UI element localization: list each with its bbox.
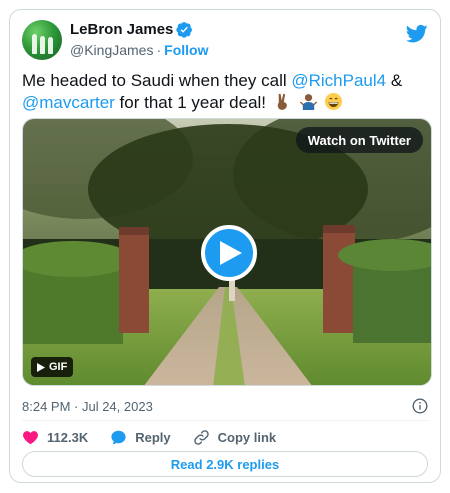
play-button[interactable] [201, 225, 257, 281]
divider [22, 420, 428, 421]
mention-link-mavcarter[interactable]: @mavcarter [22, 93, 115, 112]
tweet-header: LeBron James @KingJames · Follow [22, 20, 428, 64]
like-button[interactable]: 112.3K [22, 429, 88, 446]
link-icon [193, 429, 209, 445]
video-media[interactable]: Watch on Twitter GIF [22, 118, 432, 386]
heart-icon [23, 430, 38, 444]
author-display-name[interactable]: LeBron James [70, 21, 173, 38]
gif-badge: GIF [31, 357, 74, 377]
tweet-text-part: Me headed to Saudi when they call [22, 71, 292, 90]
verified-badge-icon [176, 22, 193, 38]
reply-bubble-icon [111, 430, 126, 445]
read-replies-label: Read 2.9K replies [170, 456, 280, 472]
gif-label: GIF [49, 361, 68, 373]
tweet-actions: 112.3K Reply Copy link [22, 426, 298, 448]
tweet-timestamp[interactable]: 8:24 PM · Jul 24, 2023 [22, 399, 153, 414]
author-handle[interactable]: @KingJames [70, 42, 153, 58]
separator-dot: · [156, 42, 162, 58]
watch-on-twitter-button[interactable]: Watch on Twitter [295, 127, 423, 153]
tweet-text: Me headed to Saudi when they call @RichP… [22, 70, 432, 114]
author-handle-row: @KingJames · Follow [70, 42, 208, 58]
victory-hand-emoji [277, 93, 287, 110]
grinning-face-emoji [325, 92, 343, 111]
reply-label: Reply [135, 429, 171, 445]
tweet-embed-card: LeBron James @KingJames · Follow Me headed… [9, 9, 441, 483]
person-shrugging-emoji [299, 94, 317, 111]
tweet-meta-row: 8:24 PM · Jul 24, 2023 [22, 396, 428, 416]
avatar[interactable] [22, 20, 62, 60]
info-icon[interactable] [412, 398, 428, 414]
play-icon [37, 362, 45, 372]
play-icon [220, 241, 242, 265]
follow-link[interactable]: Follow [164, 42, 208, 58]
read-replies-button[interactable]: Read 2.9K replies [22, 451, 428, 477]
tweet-text-part: & [386, 71, 403, 90]
tweet-text-part: for that 1 year deal! [114, 93, 267, 112]
likes-count: 112.3K [47, 429, 89, 445]
copy-link-label: Copy link [217, 429, 277, 445]
copy-link-button[interactable]: Copy link [193, 429, 277, 446]
mention-link-richpaul4[interactable]: @RichPaul4 [291, 71, 386, 90]
twitter-bird-icon[interactable] [406, 24, 428, 44]
reply-button[interactable]: Reply [110, 429, 171, 446]
author-name-row: LeBron James [70, 21, 193, 38]
